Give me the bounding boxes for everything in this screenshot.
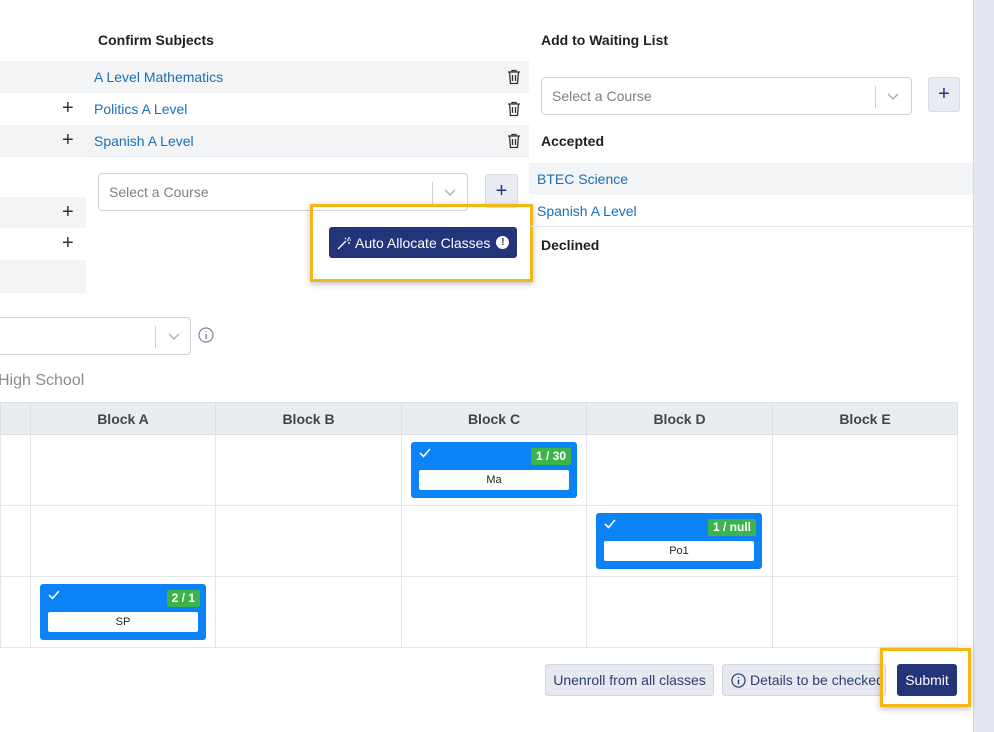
row-label-cell bbox=[0, 505, 31, 577]
chevron-down-icon[interactable] bbox=[167, 329, 181, 343]
timetable: Block A Block B Block C Block D Block E … bbox=[0, 402, 958, 648]
school-name: High School bbox=[0, 372, 85, 389]
timetable-header-blank bbox=[0, 402, 31, 435]
timetable-cell[interactable] bbox=[30, 505, 216, 577]
class-card[interactable]: 2 / 1 SP bbox=[40, 584, 206, 640]
submit-button[interactable]: Submit bbox=[897, 664, 957, 696]
select-separator bbox=[875, 86, 876, 108]
trash-icon[interactable] bbox=[507, 133, 521, 149]
divider bbox=[86, 156, 529, 157]
left-list-row bbox=[0, 61, 86, 93]
unenroll-button[interactable]: Unenroll from all classes bbox=[545, 664, 714, 696]
vertical-scrollbar[interactable] bbox=[973, 0, 994, 732]
timetable-cell[interactable] bbox=[215, 576, 402, 648]
block-d-header: Block D bbox=[586, 402, 773, 435]
check-icon bbox=[419, 448, 431, 458]
class-capacity-badge: 1 / 30 bbox=[530, 448, 571, 465]
subject-row: Spanish A Level bbox=[86, 125, 529, 157]
check-icon bbox=[48, 590, 60, 600]
accepted-item: Spanish A Level bbox=[529, 195, 973, 227]
add-waiting-button[interactable]: + bbox=[928, 77, 960, 112]
class-code: Po1 bbox=[604, 541, 754, 561]
trash-icon[interactable] bbox=[507, 69, 521, 85]
left-list-row: + bbox=[0, 93, 86, 125]
subject-link[interactable]: Politics A Level bbox=[94, 101, 187, 117]
details-label: Details to be checked bbox=[750, 672, 884, 688]
accepted-item: BTEC Science bbox=[529, 163, 973, 195]
timetable-cell[interactable] bbox=[30, 434, 216, 506]
trash-icon[interactable] bbox=[507, 101, 521, 117]
class-card[interactable]: 1 / null Po1 bbox=[596, 513, 762, 569]
timetable-row: 1 / null Po1 bbox=[0, 505, 958, 577]
timetable-cell[interactable] bbox=[772, 434, 958, 506]
class-card[interactable]: 1 / 30 Ma bbox=[411, 442, 577, 498]
timetable-cell[interactable] bbox=[401, 505, 587, 577]
add-icon[interactable]: + bbox=[62, 98, 74, 118]
timetable-cell[interactable] bbox=[215, 505, 402, 577]
left-list-row: + bbox=[0, 228, 86, 260]
auto-allocate-label: Auto Allocate Classes bbox=[355, 234, 491, 251]
timetable-row: 1 / 30 Ma bbox=[0, 434, 958, 506]
left-list-row bbox=[0, 260, 86, 293]
timetable-cell[interactable]: 1 / null Po1 bbox=[586, 505, 773, 577]
add-course-button[interactable]: + bbox=[485, 174, 518, 208]
class-capacity-badge: 2 / 1 bbox=[166, 590, 200, 607]
subject-row: Politics A Level bbox=[86, 93, 529, 125]
subject-row: A Level Mathematics bbox=[86, 61, 529, 93]
divider bbox=[529, 226, 973, 227]
timetable-cell[interactable] bbox=[586, 434, 773, 506]
block-e-header: Block E bbox=[772, 402, 958, 435]
accepted-link[interactable]: Spanish A Level bbox=[537, 203, 637, 219]
select-placeholder: Select a Course bbox=[552, 88, 652, 104]
left-list-row: + bbox=[0, 125, 86, 157]
block-b-header: Block B bbox=[215, 402, 402, 435]
details-button[interactable]: Details to be checked bbox=[722, 664, 886, 696]
subject-link[interactable]: A Level Mathematics bbox=[94, 69, 223, 85]
add-icon[interactable]: + bbox=[62, 233, 74, 253]
chevron-down-icon[interactable] bbox=[443, 185, 457, 199]
exclamation-icon: ! bbox=[496, 236, 510, 249]
timetable-cell[interactable] bbox=[772, 576, 958, 648]
check-icon bbox=[604, 519, 616, 529]
add-icon[interactable]: + bbox=[62, 202, 74, 222]
select-separator bbox=[155, 326, 156, 348]
timetable-cell[interactable] bbox=[586, 576, 773, 648]
select-placeholder: Select a Course bbox=[109, 184, 209, 200]
timetable-cell[interactable] bbox=[401, 576, 587, 648]
select-separator bbox=[432, 182, 433, 204]
info-icon bbox=[731, 672, 746, 688]
waiting-list-heading: Add to Waiting List bbox=[541, 32, 669, 48]
class-capacity-badge: 1 / null bbox=[707, 519, 756, 536]
declined-heading: Declined bbox=[541, 237, 600, 253]
block-c-header: Block C bbox=[401, 402, 587, 435]
accepted-heading: Accepted bbox=[541, 133, 605, 149]
school-select[interactable] bbox=[0, 317, 191, 355]
class-code: SP bbox=[48, 612, 198, 632]
class-code: Ma bbox=[419, 470, 569, 490]
row-label-cell bbox=[0, 434, 31, 506]
info-icon[interactable] bbox=[198, 327, 214, 343]
add-icon[interactable]: + bbox=[62, 130, 74, 150]
timetable-row: 2 / 1 SP bbox=[0, 576, 958, 648]
row-label-cell bbox=[0, 576, 31, 648]
waiting-course-select[interactable]: Select a Course bbox=[541, 77, 912, 115]
left-list-row: + bbox=[0, 197, 86, 228]
submit-label: Submit bbox=[905, 672, 949, 688]
subject-link[interactable]: Spanish A Level bbox=[94, 133, 194, 149]
timetable-cell[interactable] bbox=[772, 505, 958, 577]
block-a-header: Block A bbox=[30, 402, 216, 435]
accepted-link[interactable]: BTEC Science bbox=[537, 171, 628, 187]
unenroll-label: Unenroll from all classes bbox=[553, 672, 706, 688]
timetable-cell[interactable]: 1 / 30 Ma bbox=[401, 434, 587, 506]
timetable-cell[interactable]: 2 / 1 SP bbox=[30, 576, 216, 648]
chevron-down-icon[interactable] bbox=[886, 89, 900, 103]
auto-allocate-button[interactable]: Auto Allocate Classes ! bbox=[329, 227, 517, 258]
timetable-cell[interactable] bbox=[215, 434, 402, 506]
confirm-subjects-heading: Confirm Subjects bbox=[98, 32, 214, 48]
magic-wand-icon bbox=[337, 236, 351, 249]
